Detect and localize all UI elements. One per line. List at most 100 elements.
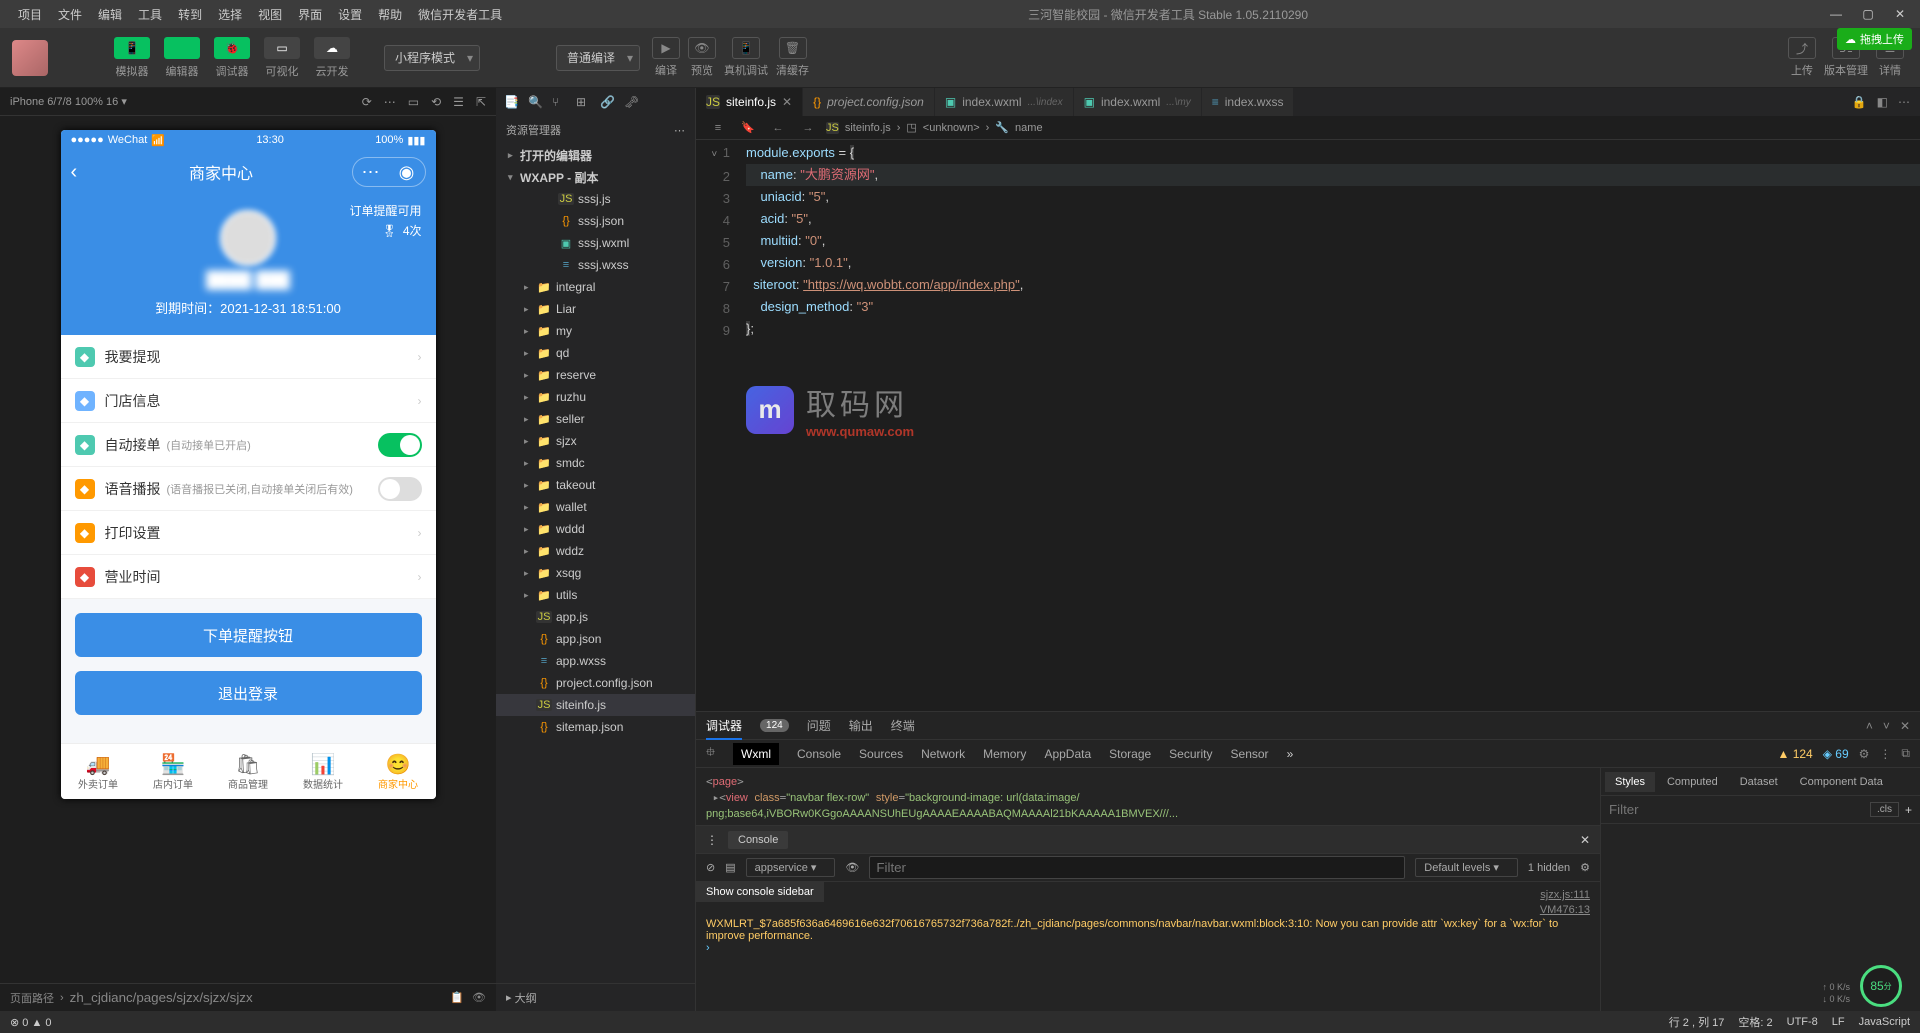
inspect-icon[interactable]: ⯐ [706,743,715,764]
console-drawer-tab[interactable]: Console [728,831,788,849]
editor-tab-index.wxml[interactable]: ▣index.wxml...\my [1074,88,1202,116]
tree-wddd[interactable]: ▸📁wddd [496,518,695,540]
menu-转到[interactable]: 转到 [170,6,210,23]
mode-dropdown[interactable]: 小程序模式 [384,45,480,71]
add-style-icon[interactable]: + [1905,803,1912,817]
tool-真机调试[interactable]: 📱真机调试 [724,37,768,78]
tool-上传[interactable]: ⤴上传 [1788,37,1816,78]
detach-icon[interactable]: ⧉ [1901,746,1910,761]
device-selector[interactable]: iPhone 6/7/8 100% 16 ▾ [10,95,127,108]
tree-xsqg[interactable]: ▸📁xsqg [496,562,695,584]
tab-terminal[interactable]: 终端 [891,711,915,740]
tree-app.js[interactable]: JSapp.js [496,606,695,628]
tab-appdata[interactable]: AppData [1044,747,1091,761]
tree-app.json[interactable]: {}app.json [496,628,695,650]
gear-icon[interactable]: ⚙ [1580,861,1590,874]
tree-sssj.js[interactable]: JSsssj.js [496,188,695,210]
detach-icon[interactable]: ⇱ [476,95,486,109]
search-icon[interactable]: 🔍 [528,95,544,109]
menu-界面[interactable]: 界面 [290,6,330,23]
order-remind-button[interactable]: 下单提醒按钮 [75,613,422,657]
tabbar-外卖订单[interactable]: 🚚外卖订单 [61,744,136,799]
key-icon[interactable]: 🗝 [624,95,640,109]
tab-network[interactable]: Network [921,747,965,761]
eol-info[interactable]: LF [1832,1016,1845,1028]
tree-reserve[interactable]: ▸📁reserve [496,364,695,386]
menu-设置[interactable]: 设置 [330,6,370,23]
toggle-模拟器[interactable]: 📱模拟器 [108,37,156,79]
close-icon[interactable]: ✕ [1900,719,1910,733]
tree-app.wxss[interactable]: ≡app.wxss [496,650,695,672]
toggle-编辑器[interactable]: 编辑器 [158,37,206,79]
menu-row-我要提现[interactable]: ◆我要提现› [61,335,436,379]
breadcrumb-symbol[interactable]: name [1015,122,1043,134]
console-filter-input[interactable] [869,856,1405,879]
maximize-icon[interactable]: ▢ [1858,7,1878,21]
upload-badge[interactable]: ☁ 拖拽上传 [1837,28,1912,50]
tree-ruzhu[interactable]: ▸📁ruzhu [496,386,695,408]
gear-icon[interactable]: ⚙ [1859,747,1870,761]
info-count[interactable]: ◈ 69 [1823,747,1849,761]
language-info[interactable]: JavaScript [1859,1016,1910,1028]
styles-filter-input[interactable] [1609,802,1870,817]
tree-integral[interactable]: ▸📁integral [496,276,695,298]
capsule-close-icon[interactable]: ◉ [389,162,425,183]
tree-sjzx[interactable]: ▸📁sjzx [496,430,695,452]
tab-sensor[interactable]: Sensor [1231,747,1269,761]
menu-文件[interactable]: 文件 [50,6,90,23]
open-editors-section[interactable]: ▸打开的编辑器 [496,144,695,166]
tabbar-店内订单[interactable]: 🏪店内订单 [136,744,211,799]
issues-icon[interactable]: ⊗ 0 ▲ 0 [10,1016,52,1029]
elements-tree[interactable]: <page> ▸<view class="navbar flex-row" st… [696,768,1600,826]
tab-storage[interactable]: Storage [1109,747,1151,761]
tool-清缓存[interactable]: 🗑清缓存 [776,37,809,78]
bookmark-icon[interactable]: 🔖 [736,121,760,134]
toggle-云开发[interactable]: ☁云开发 [308,37,356,79]
toggle-switch[interactable] [378,433,422,457]
rotate-icon[interactable]: ⟲ [431,95,441,109]
eye-icon[interactable]: 👁 [472,991,486,1004]
indent-info[interactable]: 空格: 2 [1738,1014,1772,1030]
tab-styles[interactable]: Styles [1605,772,1655,792]
performance-score[interactable]: 85分 [1860,965,1902,1007]
menu-icon[interactable]: ☰ [453,95,464,109]
link-icon[interactable]: 🔗 [600,95,616,109]
logout-button[interactable]: 退出登录 [75,671,422,715]
toggle-调试器[interactable]: 🐞调试器 [208,37,256,79]
tree-smdc[interactable]: ▸📁smdc [496,452,695,474]
hidden-count[interactable]: 1 hidden [1528,862,1570,874]
menu-帮助[interactable]: 帮助 [370,6,410,23]
page-path-input[interactable] [70,990,330,1005]
tree-wddz[interactable]: ▸📁wddz [496,540,695,562]
tree-Liar[interactable]: ▸📁Liar [496,298,695,320]
editor-tab-project.config.json[interactable]: {}project.config.json [803,88,935,116]
tree-my[interactable]: ▸📁my [496,320,695,342]
tree-siteinfo.js[interactable]: JSsiteinfo.js [496,694,695,716]
encoding-info[interactable]: UTF-8 [1787,1016,1818,1028]
code-editor[interactable]: ˅ 123456789 module.exports = { name: "大鹏… [696,140,1920,711]
tree-sssj.wxml[interactable]: ▣sssj.wxml [496,232,695,254]
menu-row-门店信息[interactable]: ◆门店信息› [61,379,436,423]
close-icon[interactable]: ✕ [1890,7,1910,21]
capsule-menu-icon[interactable]: ⋯ [353,162,389,183]
back-icon[interactable]: ‹ [71,161,91,184]
kebab-icon[interactable]: ⋮ [706,833,718,847]
sidebar-toggle-icon[interactable]: ▤ [725,861,735,874]
clear-console-icon[interactable]: ⊘ [706,861,715,874]
overflow-icon[interactable]: » [1287,747,1294,761]
outline-section[interactable]: ▸ 大纲 [496,983,695,1011]
minimize-icon[interactable]: — [1826,7,1846,21]
close-icon[interactable]: ✕ [1580,833,1590,847]
more-icon[interactable]: ⋯ [674,124,685,137]
list-icon[interactable]: ≡ [706,122,730,134]
toggle-switch[interactable] [378,477,422,501]
menu-row-打印设置[interactable]: ◆打印设置› [61,511,436,555]
menu-编辑[interactable]: 编辑 [90,6,130,23]
tabbar-商家中心[interactable]: 😊商家中心 [361,744,436,799]
nav-fwd-icon[interactable]: → [796,122,820,134]
more-dots-icon[interactable]: ⋯ [384,95,396,109]
tab-memory[interactable]: Memory [983,747,1026,761]
log-source[interactable]: VM476:13 [1540,903,1590,918]
menu-微信开发者工具[interactable]: 微信开发者工具 [410,6,510,23]
menu-选择[interactable]: 选择 [210,6,250,23]
